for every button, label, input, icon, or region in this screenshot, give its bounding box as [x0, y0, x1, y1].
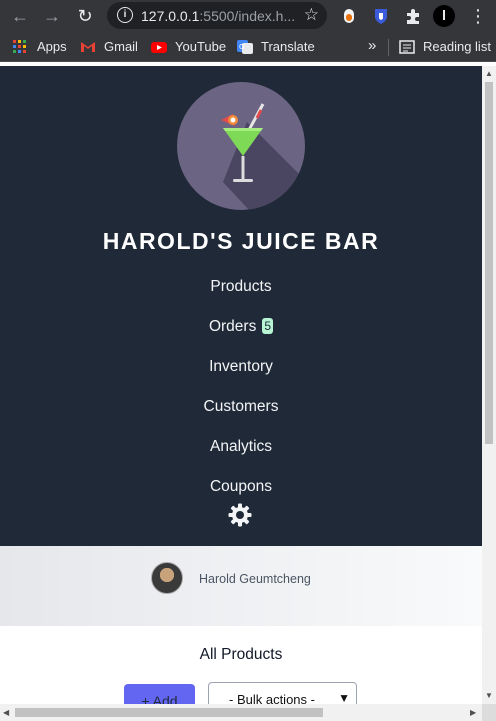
- horizontal-scrollbar[interactable]: ◀ ▶: [0, 704, 482, 721]
- translate-icon: G: [237, 40, 253, 54]
- reload-icon[interactable]: ↻: [74, 5, 96, 27]
- address-bar[interactable]: i 127.0.0.1:5500/index.h... ☆: [107, 2, 327, 29]
- horizontal-scrollbar-thumb[interactable]: [15, 708, 323, 717]
- nav-label-customers: Customers: [203, 398, 279, 415]
- brand-logo: [177, 82, 305, 210]
- reading-list-icon: [399, 40, 415, 54]
- vertical-scrollbar[interactable]: ▲ ▼: [482, 66, 496, 704]
- browser-toolbar: ← → ↻ i 127.0.0.1:5500/index.h... ☆ ⋮: [0, 0, 496, 32]
- bookmarks-divider: [388, 39, 389, 56]
- nav-label-products: Products: [210, 278, 272, 295]
- add-product-button[interactable]: + Add: [124, 684, 195, 704]
- info-icon[interactable]: i: [117, 7, 133, 23]
- svg-text:G: G: [239, 43, 244, 51]
- reading-list-button[interactable]: Reading list: [423, 39, 491, 54]
- bookmark-gmail[interactable]: Gmail: [104, 39, 138, 54]
- scroll-right-arrow-icon[interactable]: ▶: [470, 708, 476, 717]
- orders-count-badge: 5: [262, 318, 274, 334]
- nav-label-inventory: Inventory: [209, 358, 273, 375]
- nav-label-orders: Orders: [208, 318, 257, 335]
- nav-item-analytics[interactable]: Analytics: [0, 438, 482, 456]
- scroll-left-arrow-icon[interactable]: ◀: [3, 708, 9, 717]
- nav-item-products[interactable]: Products: [0, 278, 482, 296]
- nav-item-orders[interactable]: Orders 5: [0, 318, 482, 336]
- profile-icon[interactable]: [433, 5, 455, 27]
- scroll-up-arrow-icon[interactable]: ▲: [485, 69, 493, 78]
- sidebar: HAROLD'S JUICE BAR Products Orders 5 Inve…: [0, 66, 482, 546]
- user-profile-bar: Harold Geumtcheng: [0, 546, 482, 626]
- chevron-down-icon: ▼: [338, 691, 350, 704]
- gear-icon[interactable]: [228, 503, 252, 527]
- nav-item-inventory[interactable]: Inventory: [0, 358, 482, 376]
- page-title: All Products: [199, 646, 283, 663]
- star-icon[interactable]: ☆: [304, 5, 319, 25]
- back-icon[interactable]: ←: [9, 5, 31, 27]
- apps-grid-icon: [13, 40, 26, 53]
- bulk-actions-value: - Bulk actions -: [229, 692, 315, 704]
- puzzle-icon[interactable]: [402, 5, 424, 27]
- scroll-down-arrow-icon[interactable]: ▼: [485, 691, 493, 700]
- url-text[interactable]: 127.0.0.1:5500/index.h...: [141, 8, 299, 24]
- bookmark-youtube[interactable]: YouTube: [175, 39, 226, 54]
- vertical-scrollbar-thumb[interactable]: [485, 82, 493, 444]
- shield-extension-icon[interactable]: [370, 5, 392, 27]
- forward-icon[interactable]: →: [41, 5, 63, 27]
- nav-label-coupons: Coupons: [209, 478, 273, 495]
- user-name: Harold Geumtcheng: [199, 572, 311, 586]
- bulk-actions-select[interactable]: - Bulk actions - ▼: [208, 682, 357, 704]
- bookmarks-bar: Apps Gmail YouTube G Translate » Reading…: [0, 32, 496, 62]
- bookmarks-overflow-button[interactable]: »: [368, 37, 376, 54]
- bookmark-apps[interactable]: Apps: [37, 39, 67, 54]
- extension-icon[interactable]: [338, 5, 360, 27]
- bookmark-translate[interactable]: Translate: [261, 39, 315, 54]
- nav-item-coupons[interactable]: Coupons: [0, 478, 482, 496]
- nav-label-analytics: Analytics: [209, 438, 273, 455]
- gmail-icon: [81, 42, 95, 52]
- page-viewport: HAROLD'S JUICE BAR Products Orders 5 Inve…: [0, 66, 482, 704]
- avatar[interactable]: [151, 562, 183, 594]
- brand-title: HAROLD'S JUICE BAR: [102, 228, 380, 254]
- cocktail-icon: [221, 103, 305, 210]
- youtube-icon: [151, 42, 167, 53]
- nav-item-customers[interactable]: Customers: [0, 398, 482, 416]
- menu-icon[interactable]: ⋮: [467, 5, 489, 27]
- scrollbar-corner: [482, 704, 496, 721]
